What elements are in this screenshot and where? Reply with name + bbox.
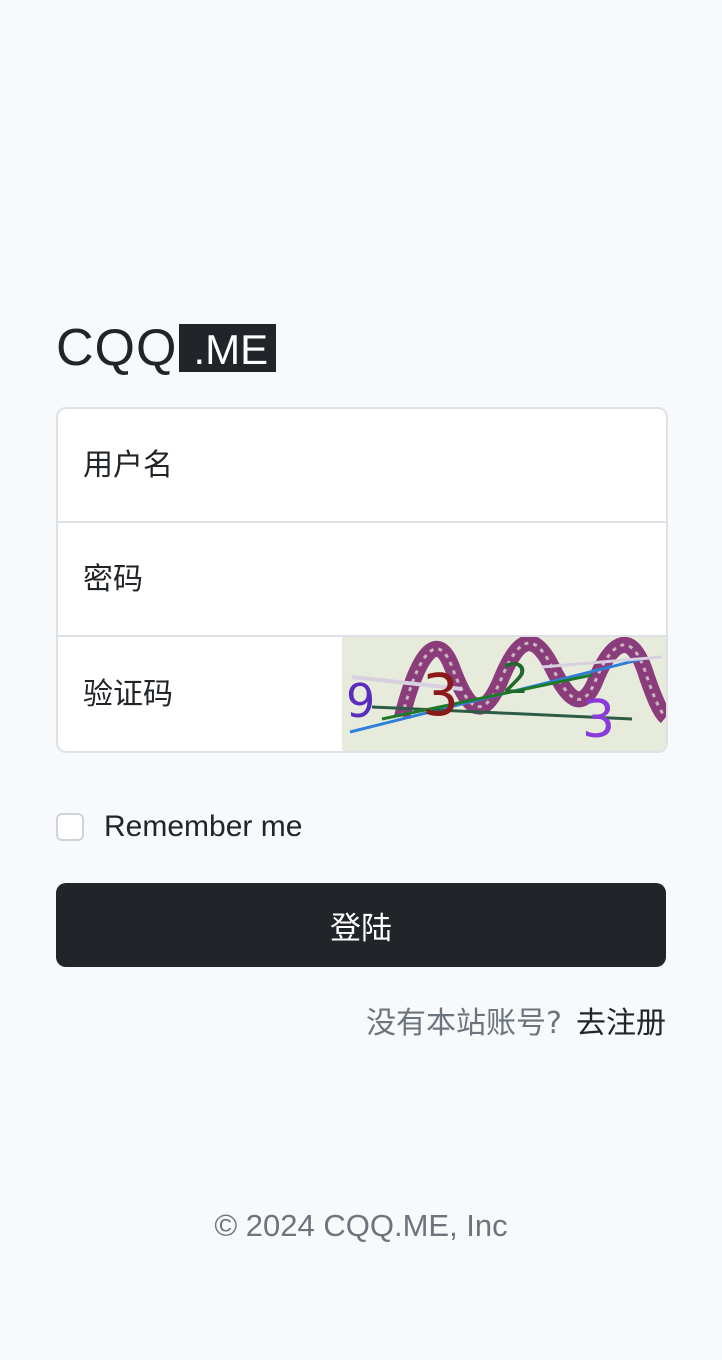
captcha-input[interactable] [58, 637, 367, 751]
remember-me-label[interactable]: Remember me [104, 810, 302, 844]
footer-copyright: © 2024 CQQ.ME, Inc [214, 1208, 508, 1243]
captcha-field-row: 9 3 2 3 [58, 637, 666, 751]
login-form: 9 3 2 3 [56, 407, 668, 753]
captcha-char-3: 2 [502, 654, 529, 703]
register-prompt: 没有本站账号? 去注册 [366, 1004, 666, 1044]
remember-me: Remember me [56, 810, 302, 844]
captcha-char-2: 3 [422, 661, 459, 729]
password-field-row [58, 523, 666, 637]
captcha-char-1: 9 [346, 674, 375, 728]
captcha-graphic: 9 3 2 3 [342, 637, 666, 751]
password-input[interactable] [58, 523, 666, 635]
username-field-row [58, 409, 666, 523]
login-page: CQQ .ME 用户名 验证码 9 3 2 3 Remember me 登陆 没… [0, 0, 722, 1360]
logo-tag-text: .ME [179, 324, 277, 373]
login-button[interactable]: 登陆 [56, 883, 666, 967]
site-logo: CQQ .ME [56, 318, 277, 378]
remember-me-checkbox[interactable] [56, 813, 84, 841]
logo-main-text: CQQ [56, 319, 178, 377]
username-input[interactable] [58, 409, 666, 521]
register-link[interactable]: 去注册 [576, 1006, 666, 1041]
register-prompt-text: 没有本站账号? [366, 1006, 562, 1041]
captcha-image[interactable]: 9 3 2 3 [342, 637, 666, 751]
captcha-char-4: 3 [582, 690, 615, 750]
